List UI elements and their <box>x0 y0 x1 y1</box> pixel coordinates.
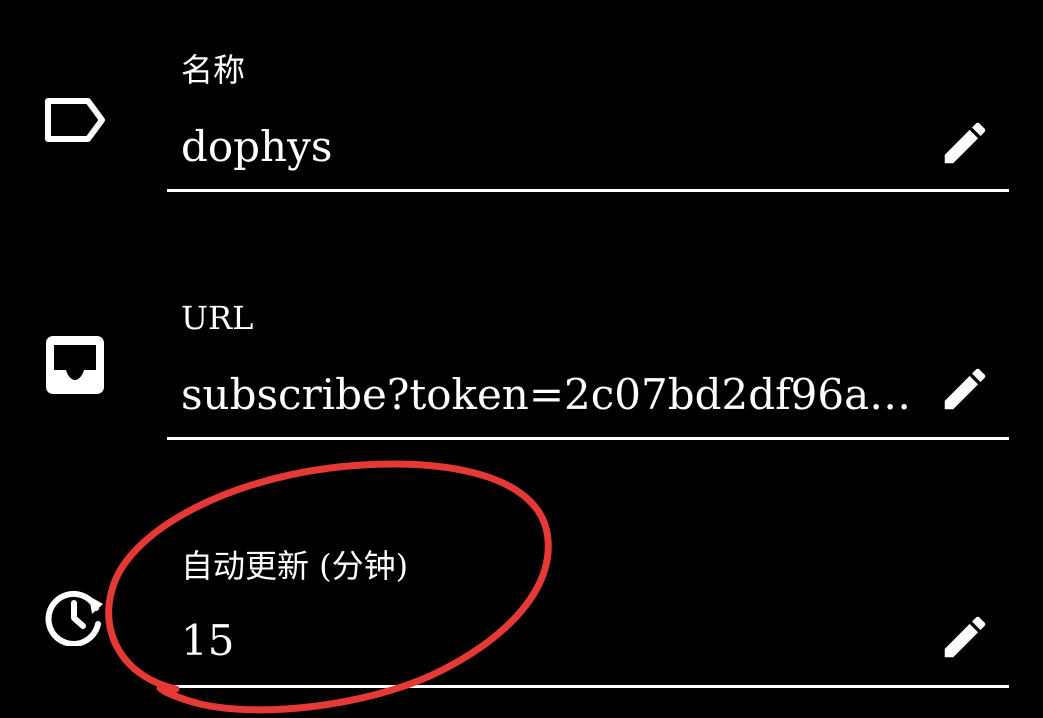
auto-update-value: 15 <box>181 616 235 665</box>
field-url-row: URL subscribe?token=2c07bd2df96a5… <box>0 248 1043 448</box>
pencil-edit-icon[interactable] <box>938 610 992 664</box>
clock-refresh-icon <box>42 586 108 646</box>
pencil-edit-icon[interactable] <box>938 116 992 170</box>
field-label: URL <box>181 299 254 337</box>
pencil-edit-icon[interactable] <box>938 362 992 416</box>
field-auto-update-row: 自动更新 (分钟) 15 <box>0 496 1043 696</box>
url-value: subscribe?token=2c07bd2df96a5… <box>181 370 928 419</box>
inbox-tray-icon <box>42 336 108 396</box>
field-name-row: 名称 dophys <box>0 0 1043 200</box>
field-underline <box>167 437 1009 440</box>
name-value: dophys <box>181 122 333 171</box>
label-tag-icon <box>42 90 108 150</box>
field-label: 名称 <box>181 51 246 89</box>
field-label: 自动更新 (分钟) <box>181 547 409 585</box>
field-underline <box>167 189 1009 192</box>
field-underline <box>167 685 1009 688</box>
